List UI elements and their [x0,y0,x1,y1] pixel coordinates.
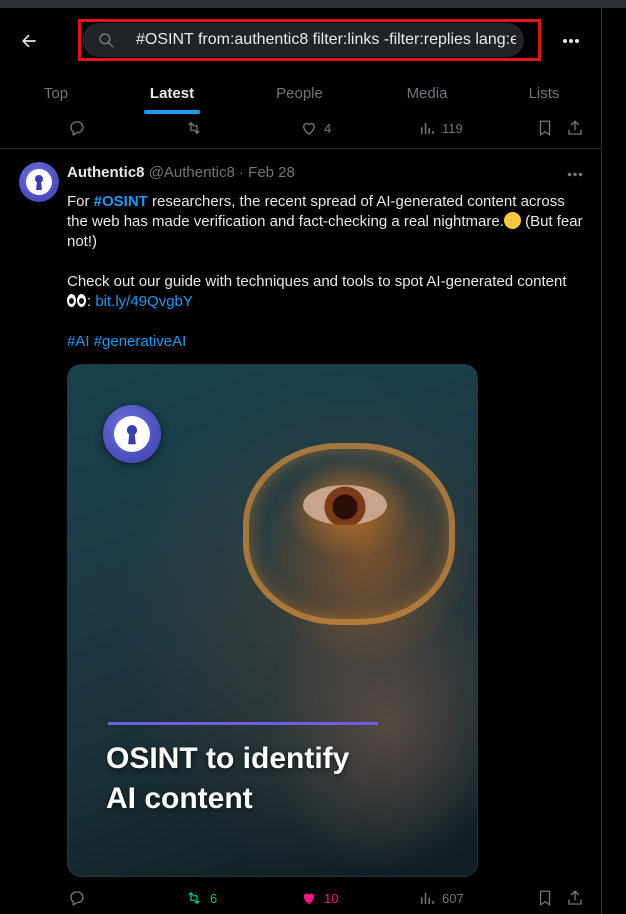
tab-lists[interactable]: Lists [487,70,601,116]
like-button[interactable]: 4 [300,119,331,137]
tweet-meta: Authentic8 @Authentic8 · Feb 28 [67,164,295,181]
short-link[interactable]: bit.ly/49QvgbY [95,293,193,310]
like-count: 10 [324,890,339,906]
reply-icon [70,891,84,906]
bookmark-icon [539,890,551,907]
search-header: #OSINT from:authentic8 filter:links -fil… [0,8,601,118]
retweet-icon [188,891,200,905]
eyes-emoji-icon [67,294,87,308]
views-button[interactable]: 607 [418,889,464,907]
more-icon [567,172,583,176]
avatar[interactable] [19,162,59,202]
retweet-count: 6 [210,890,218,906]
active-tab-indicator [144,110,200,114]
tab-top[interactable]: Top [0,70,112,116]
like-icon [303,893,315,904]
tweet-more-button[interactable] [562,164,588,184]
eye [303,485,387,525]
share-icon [568,120,582,135]
reply-button[interactable] [68,889,86,907]
back-button[interactable] [12,26,46,56]
tweet-date[interactable]: Feb 28 [248,164,295,181]
share-button[interactable] [566,119,584,137]
tab-people[interactable]: People [232,70,367,116]
views-count: 607 [442,890,464,906]
tweet-actions: 6 10 607 [0,884,601,914]
author-handle[interactable]: @Authentic8 [149,164,235,181]
more-icon [563,39,579,43]
search-input[interactable]: #OSINT from:authentic8 filter:links -fil… [82,23,524,57]
retweet-button[interactable]: 6 [184,889,217,907]
retweet-button[interactable] [184,119,204,137]
search-tabs: Top Latest People Media Lists [0,70,601,116]
authentic8-logo-icon [103,405,161,463]
like-button[interactable]: 10 [300,889,338,907]
views-icon [421,892,434,904]
share-button[interactable] [566,889,584,907]
reply-icon [70,121,84,136]
tweet-media-image[interactable]: OSINT to identify AI content [67,364,478,877]
search-icon [82,31,130,49]
bookmark-button[interactable] [536,119,554,137]
bookmark-icon [539,120,551,137]
hashtag-osint[interactable]: #OSINT [94,193,148,210]
meta-separator: · [238,164,244,181]
like-icon [303,122,315,135]
hashtag-generativeai[interactable]: #generativeAI [94,333,187,350]
views-button[interactable]: 119 [418,119,463,137]
search-query[interactable]: #OSINT from:authentic8 filter:links -fil… [130,31,516,49]
tweet-text: For #OSINT researchers, the recent sprea… [67,192,587,352]
headline-accent-bar [108,722,378,725]
bookmark-button[interactable] [536,889,554,907]
tweet-paragraph-1: For #OSINT researchers, the recent sprea… [67,193,583,250]
share-icon [568,890,582,905]
keyhole-logo-icon [26,169,52,195]
previous-tweet-actions: 4 119 [0,118,601,149]
scroll-gutter [602,8,626,914]
reply-button[interactable] [68,119,86,137]
retweet-icon [188,121,200,135]
tweet-paragraph-2: Check out our guide with techniques and … [67,273,567,310]
hashtag-ai[interactable]: #AI [67,333,90,350]
tweet-hashtags: #AI #generativeAI [67,332,587,352]
views-count: 119 [442,120,463,136]
timeline-column: #OSINT from:authentic8 filter:links -fil… [0,8,602,914]
tab-latest[interactable]: Latest [112,70,232,116]
author-name[interactable]: Authentic8 [67,164,145,181]
more-button[interactable] [555,28,587,54]
tab-media[interactable]: Media [367,70,487,116]
like-count: 4 [324,120,332,136]
media-headline: OSINT to identify AI content [106,742,350,815]
tweet[interactable]: Authentic8 @Authentic8 · Feb 28 For #OSI… [0,150,601,914]
back-arrow-icon [22,34,36,48]
window-top-strip [0,0,626,8]
views-icon [421,122,434,134]
screaming-face-emoji-icon [503,212,521,229]
glasses-lens [243,443,455,625]
